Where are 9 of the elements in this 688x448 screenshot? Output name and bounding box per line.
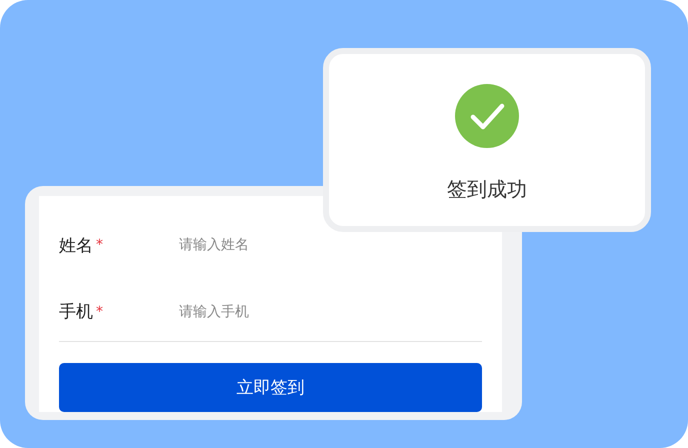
required-mark: * [96, 237, 103, 254]
field-label: 手机 [59, 301, 93, 324]
required-mark: * [96, 304, 103, 320]
field-label: 姓名 [59, 234, 93, 257]
input-field[interactable]: 请输入手机 [179, 304, 482, 320]
check-icon [455, 84, 519, 148]
toast-message: 签到成功 [447, 176, 527, 203]
input-field[interactable]: 请输入姓名 [179, 237, 482, 254]
submit-button[interactable]: 立即签到 [59, 363, 482, 412]
